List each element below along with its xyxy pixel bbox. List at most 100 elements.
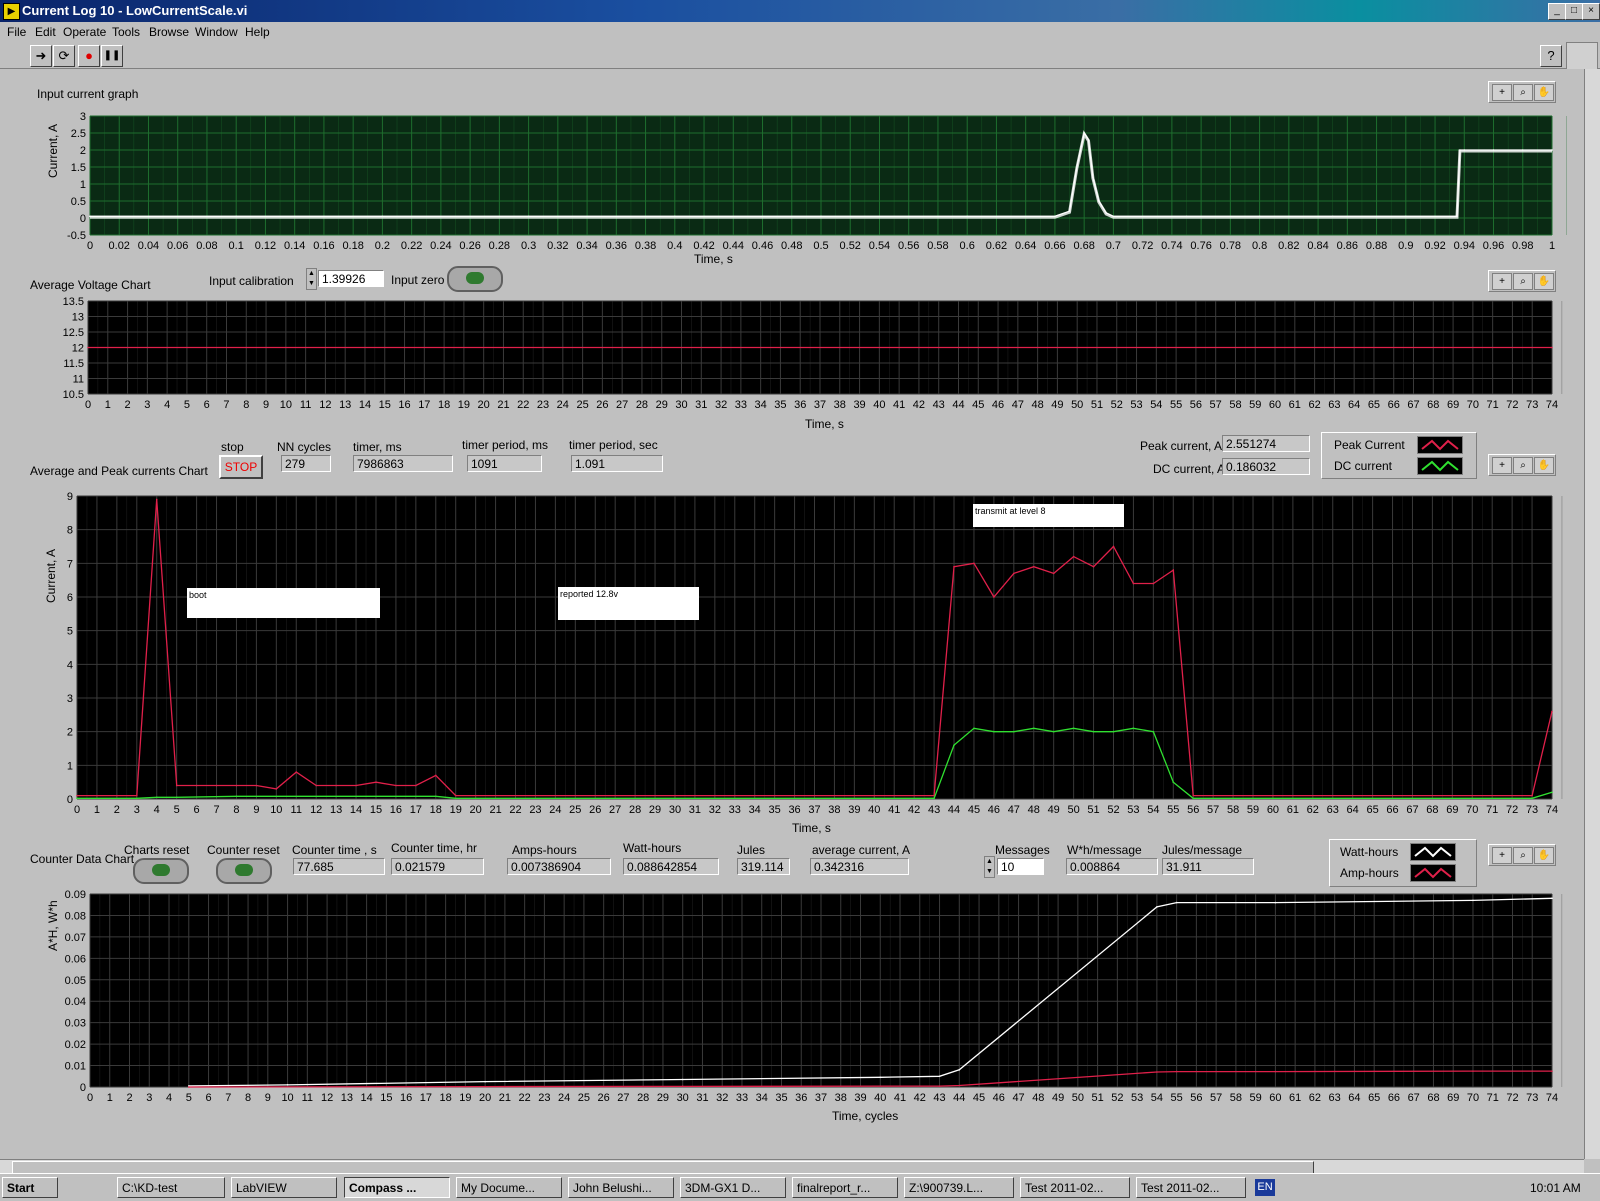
g4-xtick: 32 xyxy=(716,1092,728,1104)
g4-xtick: 10 xyxy=(281,1092,293,1104)
g4-xtick: 46 xyxy=(993,1092,1005,1104)
g4-xtick: 54 xyxy=(1151,1092,1163,1104)
g4-xtick: 69 xyxy=(1447,1092,1459,1104)
g4-xtick: 40 xyxy=(874,1092,886,1104)
g4-xtick: 6 xyxy=(205,1092,211,1104)
toolbar: ➜ ⟳ ● ❚❚ ? xyxy=(0,42,1600,70)
clock: 10:01 AM xyxy=(1530,1181,1581,1195)
g4-xtick: 70 xyxy=(1467,1092,1479,1104)
g4-xtick: 36 xyxy=(795,1092,807,1104)
g4-xtick: 39 xyxy=(854,1092,866,1104)
vi-icon xyxy=(1566,42,1598,70)
context-help-icon[interactable]: ? xyxy=(1540,45,1562,67)
g4-xtick: 28 xyxy=(637,1092,649,1104)
task-3dm-gx1[interactable]: 3DM-GX1 D... xyxy=(680,1177,786,1198)
task-test-2[interactable]: Test 2011-02... xyxy=(1136,1177,1246,1198)
task-kd-test[interactable]: C:\KD-test xyxy=(117,1177,225,1198)
g4-xtick: 18 xyxy=(439,1092,451,1104)
task-z-drive[interactable]: Z:\900739.L... xyxy=(904,1177,1014,1198)
g4-xtick: 56 xyxy=(1190,1092,1202,1104)
task-labview[interactable]: LabVIEW xyxy=(231,1177,337,1198)
task-test-1[interactable]: Test 2011-02... xyxy=(1020,1177,1130,1198)
menu-bar: File Edit Operate Tools Browse Window He… xyxy=(0,22,1600,42)
g4-xtick: 48 xyxy=(1032,1092,1044,1104)
labview-app-icon: ▶ xyxy=(3,3,20,20)
g4-xtick: 52 xyxy=(1111,1092,1123,1104)
g4-ytick: 0.09 xyxy=(65,889,86,901)
pause-icon[interactable]: ❚❚ xyxy=(101,45,123,67)
g4-xtick: 65 xyxy=(1368,1092,1380,1104)
g4-xtick: 25 xyxy=(578,1092,590,1104)
g4-xtick: 30 xyxy=(677,1092,689,1104)
run-arrow-icon[interactable]: ➜ xyxy=(30,45,52,67)
counter-data-axes: 0 1 2 3 4 5 6 7 8 9 10 11 12 13 14 15 16 17 18 19 20 21 22 23 24… xyxy=(65,889,1559,1104)
g4-xtick: 8 xyxy=(245,1092,251,1104)
graph4-xlabel: Time, cycles xyxy=(832,1109,899,1123)
menu-help[interactable]: Help xyxy=(245,25,270,39)
g4-xtick: 45 xyxy=(973,1092,985,1104)
g4-xtick: 20 xyxy=(479,1092,491,1104)
window-title-bar: ▶ Current Log 10 - LowCurrentScale.vi _ … xyxy=(0,0,1600,22)
g4-xtick: 71 xyxy=(1487,1092,1499,1104)
minimize-button[interactable]: _ xyxy=(1548,3,1566,20)
g4-xtick: 66 xyxy=(1388,1092,1400,1104)
abort-execution-icon[interactable]: ● xyxy=(78,45,100,67)
g4-xtick: 16 xyxy=(400,1092,412,1104)
g4-xtick: 38 xyxy=(835,1092,847,1104)
g4-xtick: 37 xyxy=(815,1092,827,1104)
g4-xtick: 41 xyxy=(894,1092,906,1104)
g4-xtick: 13 xyxy=(341,1092,353,1104)
task-my-documents[interactable]: My Docume... xyxy=(456,1177,562,1198)
menu-window[interactable]: Window xyxy=(195,25,238,39)
g4-ytick: 0.02 xyxy=(65,1039,86,1051)
g4-xtick: 50 xyxy=(1072,1092,1084,1104)
g4-xtick: 24 xyxy=(558,1092,570,1104)
g4-xtick: 49 xyxy=(1052,1092,1064,1104)
g4-xtick: 67 xyxy=(1408,1092,1420,1104)
graph4-ylabel: A*H, W*h xyxy=(46,900,60,951)
g4-xtick: 74 xyxy=(1546,1092,1558,1104)
task-finalreport[interactable]: finalreport_r... xyxy=(792,1177,898,1198)
g4-ytick: 0.01 xyxy=(65,1061,86,1073)
g4-ytick: 0.08 xyxy=(65,910,86,922)
g4-xtick: 35 xyxy=(775,1092,787,1104)
g4-xtick: 29 xyxy=(657,1092,669,1104)
g4-xtick: 63 xyxy=(1329,1092,1341,1104)
menu-file[interactable]: File xyxy=(7,25,26,39)
start-button[interactable]: Start xyxy=(2,1177,58,1198)
vertical-scrollbar[interactable] xyxy=(1584,69,1600,1159)
horizontal-scrollbar[interactable] xyxy=(0,1159,1584,1174)
taskbar: Start C:\KD-test LabVIEW Compass ... My … xyxy=(0,1173,1600,1201)
menu-operate[interactable]: Operate xyxy=(63,25,106,39)
g4-xtick: 15 xyxy=(380,1092,392,1104)
g4-ytick: 0.06 xyxy=(65,953,86,965)
g4-xtick: 31 xyxy=(696,1092,708,1104)
g4-ytick: 0.04 xyxy=(65,996,86,1008)
menu-tools[interactable]: Tools xyxy=(112,25,140,39)
g4-xtick: 1 xyxy=(107,1092,113,1104)
task-compass[interactable]: Compass ... xyxy=(344,1177,450,1198)
g4-xtick: 9 xyxy=(265,1092,271,1104)
front-panel: Input current graph + ⌕ ✋ 0 0.02 0.04 0.06 0… xyxy=(0,69,1584,1159)
g4-xtick: 57 xyxy=(1210,1092,1222,1104)
g4-xtick: 72 xyxy=(1506,1092,1518,1104)
menu-browse[interactable]: Browse xyxy=(149,25,189,39)
g4-xtick: 3 xyxy=(146,1092,152,1104)
g4-xtick: 12 xyxy=(321,1092,333,1104)
g4-ytick: 0 xyxy=(80,1082,86,1094)
g4-xtick: 62 xyxy=(1309,1092,1321,1104)
run-continuously-icon[interactable]: ⟳ xyxy=(53,45,75,67)
g4-xtick: 2 xyxy=(126,1092,132,1104)
task-browser[interactable]: John Belushi... xyxy=(568,1177,674,1198)
g4-ytick: 0.03 xyxy=(65,1018,86,1030)
g4-xtick: 64 xyxy=(1348,1092,1360,1104)
maximize-button[interactable]: □ xyxy=(1565,3,1583,20)
language-indicator[interactable]: EN xyxy=(1255,1179,1275,1196)
menu-edit[interactable]: Edit xyxy=(35,25,56,39)
g4-xtick: 27 xyxy=(617,1092,629,1104)
g4-xtick: 55 xyxy=(1170,1092,1182,1104)
window-title: Current Log 10 - LowCurrentScale.vi xyxy=(22,3,248,18)
close-button[interactable]: × xyxy=(1582,3,1600,20)
g4-xtick: 22 xyxy=(519,1092,531,1104)
g4-xtick: 21 xyxy=(499,1092,511,1104)
